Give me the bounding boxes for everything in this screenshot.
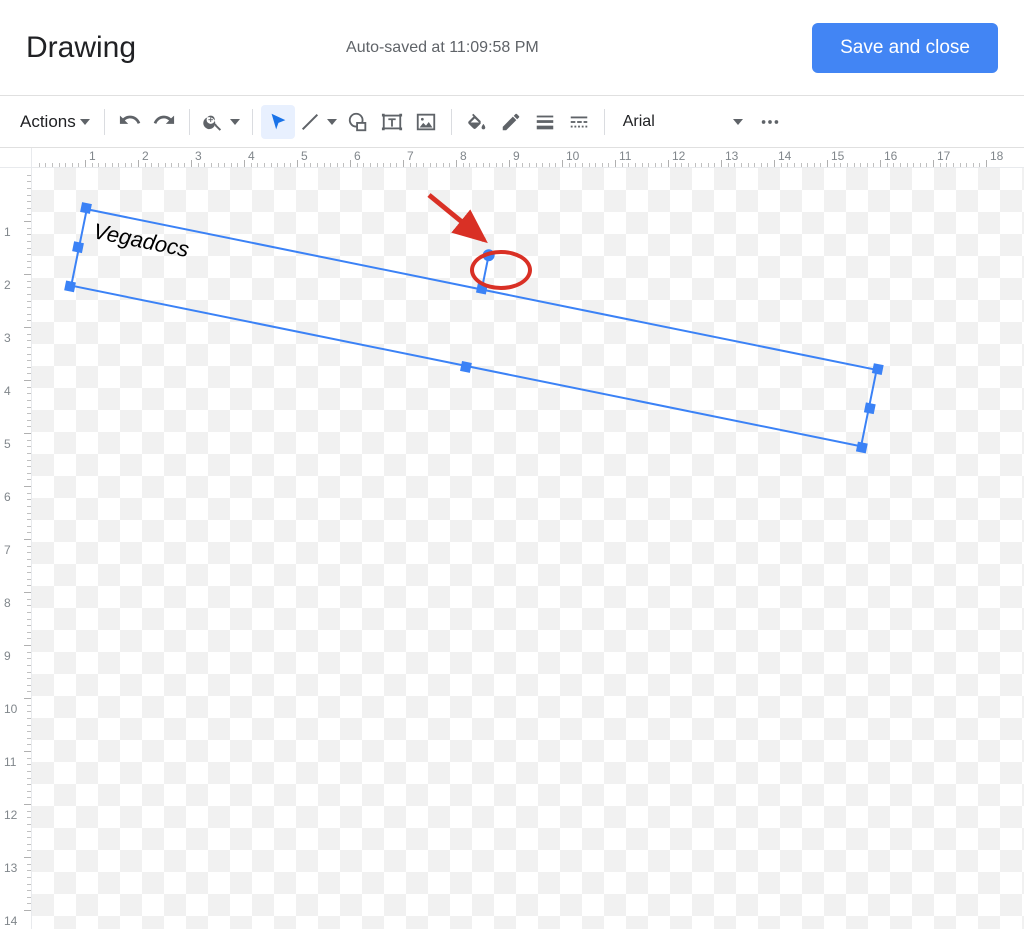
border-weight-button[interactable] bbox=[528, 105, 562, 139]
separator bbox=[104, 109, 105, 135]
font-name-label: Arial bbox=[623, 113, 655, 131]
ruler-horizontal[interactable]: 123456789101112131415161718 bbox=[32, 148, 1024, 168]
caret-down-icon bbox=[327, 119, 337, 125]
resize-handle-mr[interactable] bbox=[864, 402, 876, 414]
zoom-icon bbox=[202, 111, 224, 133]
shape-tool-button[interactable] bbox=[341, 105, 375, 139]
border-dash-button[interactable] bbox=[562, 105, 596, 139]
ruler-corner bbox=[0, 148, 32, 168]
caret-down-icon bbox=[80, 119, 90, 125]
textbox-text: Vegadocs bbox=[91, 218, 191, 263]
textbox-tool-button[interactable] bbox=[375, 105, 409, 139]
undo-icon bbox=[119, 111, 141, 133]
resize-handle-tl[interactable] bbox=[80, 202, 92, 214]
ruler-vertical[interactable]: 1234567891011121314 bbox=[0, 168, 32, 929]
resize-handle-tr[interactable] bbox=[872, 363, 884, 375]
redo-icon bbox=[153, 111, 175, 133]
pencil-icon bbox=[500, 111, 522, 133]
toolbar: Actions bbox=[0, 96, 1024, 148]
actions-menu-button[interactable]: Actions bbox=[14, 105, 96, 139]
textbox-icon bbox=[381, 111, 403, 133]
more-horizontal-icon bbox=[759, 111, 781, 133]
border-color-button[interactable] bbox=[494, 105, 528, 139]
actions-label: Actions bbox=[20, 112, 76, 132]
drawing-canvas[interactable]: Vegadocs bbox=[32, 168, 1024, 929]
separator bbox=[604, 109, 605, 135]
line-dash-icon bbox=[568, 111, 590, 133]
image-tool-button[interactable] bbox=[409, 105, 443, 139]
more-options-button[interactable] bbox=[753, 105, 787, 139]
line-icon bbox=[299, 111, 321, 133]
shape-icon bbox=[347, 111, 369, 133]
separator bbox=[252, 109, 253, 135]
dialog-title: Drawing bbox=[26, 31, 136, 65]
line-tool-button[interactable] bbox=[295, 105, 341, 139]
separator bbox=[451, 109, 452, 135]
select-tool-button[interactable] bbox=[261, 105, 295, 139]
header-left: Drawing Auto-saved at 11:09:58 PM bbox=[26, 31, 539, 65]
resize-handle-bl[interactable] bbox=[64, 280, 76, 292]
font-family-picker[interactable]: Arial bbox=[613, 105, 753, 139]
paint-bucket-icon bbox=[466, 111, 488, 133]
zoom-button[interactable] bbox=[198, 105, 244, 139]
caret-down-icon bbox=[230, 119, 240, 125]
save-and-close-button[interactable]: Save and close bbox=[812, 23, 998, 73]
cursor-icon bbox=[267, 111, 289, 133]
annotation-ellipse bbox=[470, 250, 532, 290]
redo-button[interactable] bbox=[147, 105, 181, 139]
image-icon bbox=[415, 111, 437, 133]
resize-handle-mb[interactable] bbox=[460, 361, 472, 373]
caret-down-icon bbox=[733, 119, 743, 125]
dialog-header: Drawing Auto-saved at 11:09:58 PM Save a… bbox=[0, 0, 1024, 96]
workspace: 123456789101112131415161718 123456789101… bbox=[0, 148, 1024, 929]
fill-color-button[interactable] bbox=[460, 105, 494, 139]
annotation-arrow-icon bbox=[424, 190, 504, 250]
line-weight-icon bbox=[534, 111, 556, 133]
autosave-status: Auto-saved at 11:09:58 PM bbox=[346, 39, 539, 57]
undo-button[interactable] bbox=[113, 105, 147, 139]
resize-handle-ml[interactable] bbox=[72, 241, 84, 253]
resize-handle-br[interactable] bbox=[856, 442, 868, 454]
separator bbox=[189, 109, 190, 135]
